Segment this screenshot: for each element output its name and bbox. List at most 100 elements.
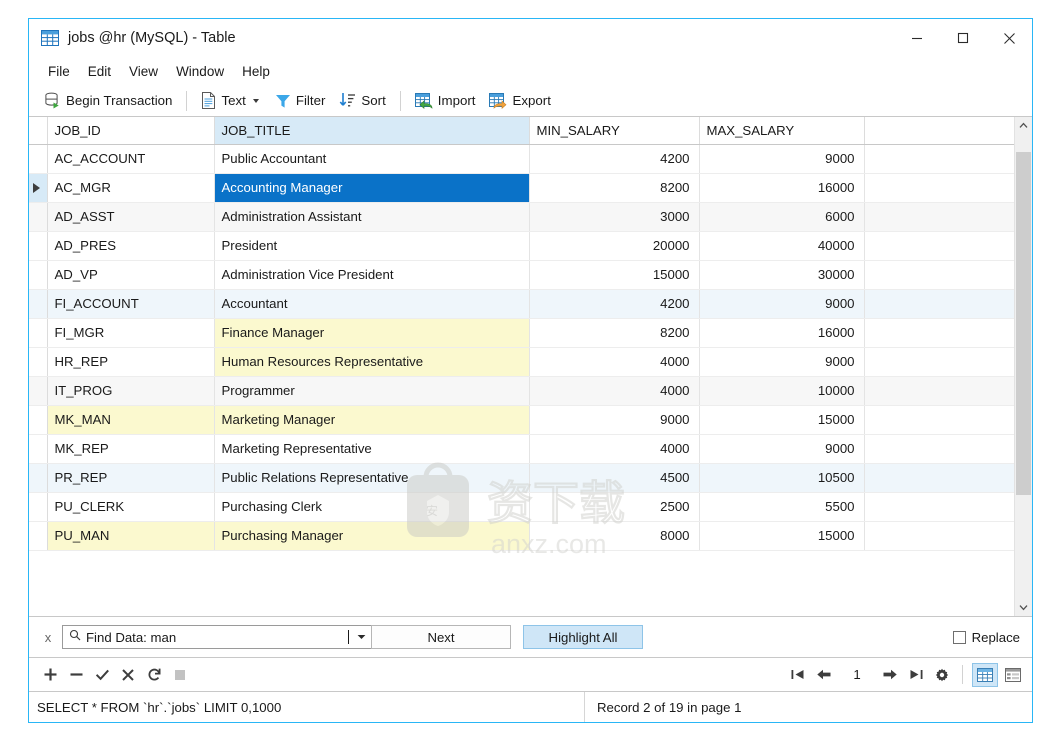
filter-button[interactable]: Filter [268, 88, 333, 113]
cell-job-title[interactable]: Purchasing Manager [214, 521, 530, 551]
cell-max-salary[interactable]: 9000 [699, 144, 865, 174]
find-input[interactable]: Find Data: man [86, 630, 348, 645]
cell-job-id[interactable]: PU_MAN [47, 521, 215, 551]
first-record-button[interactable] [785, 662, 811, 688]
data-grid[interactable]: JOB_ID JOB_TITLE MIN_SALARY MAX_SALARY A… [29, 117, 1014, 616]
begin-transaction-button[interactable]: Begin Transaction [37, 88, 179, 113]
table-row[interactable]: HR_REP Human Resources Representative 4000… [29, 347, 1014, 377]
menu-item-file[interactable]: File [39, 61, 79, 82]
table-row[interactable]: FI_ACCOUNT Accountant 4200 9000 [29, 289, 1014, 319]
cell-min-salary[interactable]: 4200 [529, 289, 700, 319]
cell-job-id[interactable]: PU_CLERK [47, 492, 215, 522]
table-row[interactable]: AD_ASST Administration Assistant 3000 6000 [29, 202, 1014, 232]
cell-min-salary[interactable]: 8200 [529, 318, 700, 348]
cell-job-title[interactable]: Purchasing Clerk [214, 492, 530, 522]
cell-max-salary[interactable]: 9000 [699, 347, 865, 377]
cell-max-salary[interactable]: 5500 [699, 492, 865, 522]
table-row[interactable]: MK_REP Marketing Representative 4000 9000 [29, 434, 1014, 464]
row-indicator[interactable] [29, 492, 48, 522]
cell-min-salary[interactable]: 15000 [529, 260, 700, 290]
vertical-scrollbar[interactable] [1014, 117, 1032, 616]
row-indicator[interactable] [29, 231, 48, 261]
grid-view-button[interactable] [972, 662, 998, 687]
table-row[interactable]: AC_ACCOUNT Public Accountant 4200 9000 [29, 144, 1014, 174]
cell-job-id[interactable]: AC_MGR [47, 173, 215, 203]
menu-item-edit[interactable]: Edit [79, 61, 120, 82]
cell-min-salary[interactable]: 4000 [529, 434, 700, 464]
cell-min-salary[interactable]: 4200 [529, 144, 700, 174]
next-record-button[interactable] [877, 662, 903, 688]
replace-toggle[interactable]: Replace [952, 630, 1020, 645]
row-indicator[interactable] [29, 463, 48, 493]
cell-job-id[interactable]: AD_VP [47, 260, 215, 290]
column-header-max-salary[interactable]: MAX_SALARY [699, 117, 865, 145]
grid-options-button[interactable] [929, 662, 955, 688]
find-next-button[interactable]: Next [371, 625, 511, 649]
cell-max-salary[interactable]: 6000 [699, 202, 865, 232]
row-indicator[interactable] [29, 405, 48, 435]
cell-max-salary[interactable]: 30000 [699, 260, 865, 290]
row-indicator[interactable] [29, 521, 48, 551]
highlight-all-button[interactable]: Highlight All [523, 625, 643, 649]
row-indicator-current[interactable] [29, 173, 48, 203]
table-row[interactable]: PU_MAN Purchasing Manager 8000 15000 [29, 521, 1014, 551]
add-record-button[interactable] [37, 662, 63, 688]
cell-job-title[interactable]: Marketing Manager [214, 405, 530, 435]
table-row[interactable]: FI_MGR Finance Manager 8200 16000 [29, 318, 1014, 348]
scroll-down-button[interactable] [1015, 599, 1032, 616]
row-indicator[interactable] [29, 434, 48, 464]
close-find-bar-button[interactable]: x [37, 626, 59, 648]
table-row[interactable]: AD_VP Administration Vice President 15000 3… [29, 260, 1014, 290]
cell-job-title[interactable]: Accountant [214, 289, 530, 319]
find-history-dropdown-button[interactable] [351, 626, 371, 648]
table-row[interactable]: AD_PRES President 20000 40000 [29, 231, 1014, 261]
scrollbar-thumb[interactable] [1016, 152, 1031, 495]
column-header-job-title[interactable]: JOB_TITLE [214, 117, 530, 145]
table-row[interactable]: PR_REP Public Relations Representative 450… [29, 463, 1014, 493]
cell-min-salary[interactable]: 8000 [529, 521, 700, 551]
cell-job-title[interactable]: Finance Manager [214, 318, 530, 348]
cell-job-title[interactable]: Human Resources Representative [214, 347, 530, 377]
cell-max-salary[interactable]: 15000 [699, 521, 865, 551]
table-row[interactable]: MK_MAN Marketing Manager 9000 15000 [29, 405, 1014, 435]
table-row[interactable]: PU_CLERK Purchasing Clerk 2500 5500 [29, 492, 1014, 522]
cell-job-title[interactable]: Administration Vice President [214, 260, 530, 290]
cell-min-salary[interactable]: 4000 [529, 376, 700, 406]
close-button[interactable] [986, 19, 1032, 57]
cell-job-title[interactable]: President [214, 231, 530, 261]
row-indicator[interactable] [29, 202, 48, 232]
menu-item-view[interactable]: View [120, 61, 167, 82]
form-view-button[interactable] [1000, 663, 1026, 687]
cell-max-salary[interactable]: 15000 [699, 405, 865, 435]
cell-max-salary[interactable]: 9000 [699, 434, 865, 464]
scroll-up-button[interactable] [1015, 117, 1032, 134]
export-button[interactable]: Export [482, 88, 557, 113]
cell-job-id[interactable]: MK_REP [47, 434, 215, 464]
cell-job-id[interactable]: FI_MGR [47, 318, 215, 348]
cell-min-salary[interactable]: 2500 [529, 492, 700, 522]
cell-min-salary[interactable]: 4000 [529, 347, 700, 377]
delete-record-button[interactable] [63, 662, 89, 688]
cell-min-salary[interactable]: 9000 [529, 405, 700, 435]
cell-job-title[interactable]: Public Relations Representative [214, 463, 530, 493]
cell-max-salary[interactable]: 9000 [699, 289, 865, 319]
import-button[interactable]: Import [408, 88, 483, 113]
cell-max-salary[interactable]: 40000 [699, 231, 865, 261]
cell-job-id[interactable]: AC_ACCOUNT [47, 144, 215, 174]
table-row[interactable]: AC_MGR Accounting Manager 8200 16000 [29, 173, 1014, 203]
find-input-combo[interactable]: Find Data: man [62, 625, 372, 649]
cell-job-id[interactable]: MK_MAN [47, 405, 215, 435]
cell-job-id[interactable]: FI_ACCOUNT [47, 289, 215, 319]
cell-min-salary[interactable]: 3000 [529, 202, 700, 232]
chevron-down-icon[interactable] [252, 98, 259, 103]
column-header-min-salary[interactable]: MIN_SALARY [529, 117, 700, 145]
row-indicator[interactable] [29, 376, 48, 406]
replace-checkbox[interactable] [952, 630, 966, 644]
column-header-job-id[interactable]: JOB_ID [47, 117, 215, 145]
cell-min-salary[interactable]: 8200 [529, 173, 700, 203]
cell-job-id[interactable]: IT_PROG [47, 376, 215, 406]
cell-max-salary[interactable]: 16000 [699, 318, 865, 348]
page-number-input[interactable]: 1 [839, 663, 875, 686]
row-indicator[interactable] [29, 289, 48, 319]
cell-job-title[interactable]: Administration Assistant [214, 202, 530, 232]
